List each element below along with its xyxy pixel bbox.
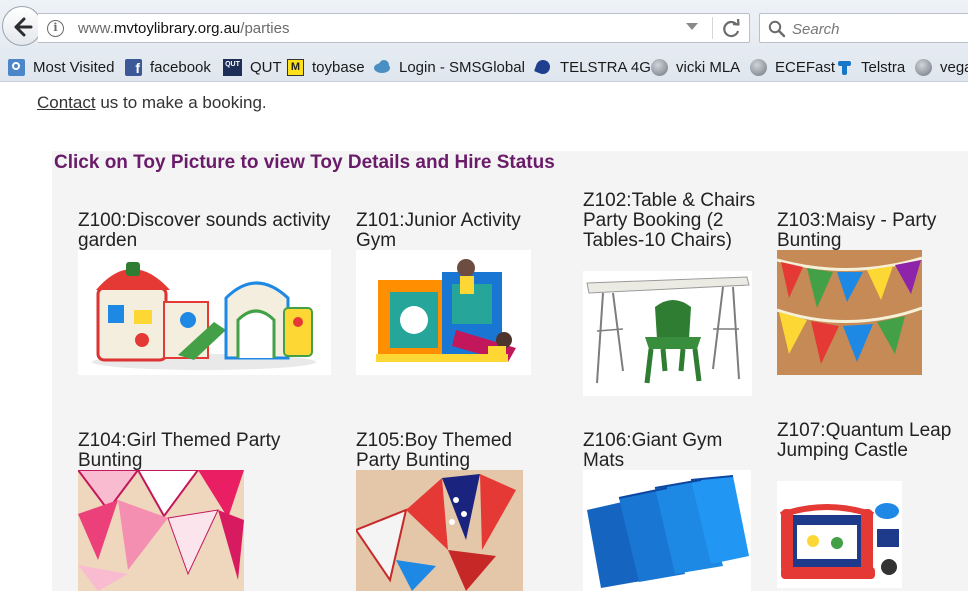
qut-logo-icon: QUT — [223, 58, 242, 76]
bookmark-toybase[interactable]: M toybase — [287, 54, 365, 80]
reload-icon[interactable] — [718, 16, 744, 42]
url-text[interactable]: www.mvtoylibrary.org.au/parties — [78, 20, 289, 37]
toy-image-gym-mats[interactable] — [583, 470, 751, 591]
bookmark-telstra[interactable]: Telstra — [836, 54, 905, 80]
smsglobal-icon — [374, 59, 391, 76]
search-icon — [768, 20, 786, 38]
bookmark-qut[interactable]: QUT QUT — [223, 54, 282, 80]
bookmark-vicki-mla[interactable]: vicki MLA — [651, 54, 740, 80]
globe-icon — [750, 58, 767, 76]
booking-note: Contact us to make a booking. — [37, 93, 267, 112]
toy-image-activity-garden[interactable] — [78, 250, 331, 375]
history-dropdown-icon[interactable] — [686, 23, 698, 30]
bookmark-vega[interactable]: vega — [915, 54, 968, 80]
toy-image-table-chairs[interactable] — [583, 271, 752, 396]
site-info-icon[interactable]: i — [47, 20, 64, 37]
toy-name[interactable]: Z104:Girl Themed Party Bunting — [78, 431, 308, 471]
search-placeholder: Search — [792, 21, 840, 38]
toy-image-boy-bunting[interactable] — [356, 470, 523, 591]
back-arrow-icon — [14, 17, 33, 37]
url-bar[interactable]: i www.mvtoylibrary.org.au/parties — [38, 13, 750, 43]
toy-gallery: Click on Toy Picture to view Toy Details… — [52, 151, 968, 591]
globe-icon — [651, 58, 668, 76]
toy-image-activity-gym[interactable] — [356, 250, 531, 375]
toy-name[interactable]: Z102:Table & Chairs Party Booking (2 Tab… — [583, 191, 758, 251]
search-bar[interactable]: Search — [759, 13, 968, 43]
telstra-4g-icon — [534, 57, 552, 76]
most-visited-icon — [8, 58, 25, 76]
toy-name[interactable]: Z101:Junior Activity Gym — [356, 211, 556, 251]
bookmark-facebook[interactable]: f facebook — [125, 54, 211, 80]
globe-icon — [915, 58, 932, 76]
telstra-icon — [836, 59, 853, 76]
toy-name[interactable]: Z106:Giant Gym Mats — [583, 431, 758, 471]
toy-name[interactable]: Z107:Quantum Leap Jumping Castle — [777, 421, 957, 461]
bookmark-most-visited[interactable]: Most Visited — [8, 54, 114, 80]
contact-link[interactable]: Contact — [37, 93, 96, 112]
bookmark-telstra-4g[interactable]: TELSTRA 4G — [534, 54, 651, 80]
page-content: Contact us to make a booking. Click on T… — [0, 83, 968, 591]
bookmarks-toolbar: Most Visited f facebook QUT QUT M toybas… — [0, 54, 968, 80]
toybase-icon: M — [287, 58, 304, 76]
url-divider — [712, 17, 713, 39]
section-title: Click on Toy Picture to view Toy Details… — [54, 152, 555, 173]
back-button[interactable] — [2, 6, 42, 46]
toy-image-maisy-bunting[interactable] — [777, 250, 922, 375]
toy-name[interactable]: Z103:Maisy - Party Bunting — [777, 211, 967, 251]
browser-toolbar: i www.mvtoylibrary.org.au/parties Search… — [0, 0, 968, 82]
bookmark-ecefast[interactable]: ECEFast — [750, 54, 835, 80]
facebook-icon: f — [125, 58, 142, 76]
toy-name[interactable]: Z105:Boy Themed Party Bunting — [356, 431, 556, 471]
toy-image-jumping-castle[interactable] — [777, 481, 902, 588]
toy-image-girl-bunting[interactable] — [78, 470, 244, 591]
bookmark-smsglobal[interactable]: Login - SMSGlobal — [374, 54, 525, 80]
toy-name[interactable]: Z100:Discover sounds activity garden — [78, 211, 338, 251]
